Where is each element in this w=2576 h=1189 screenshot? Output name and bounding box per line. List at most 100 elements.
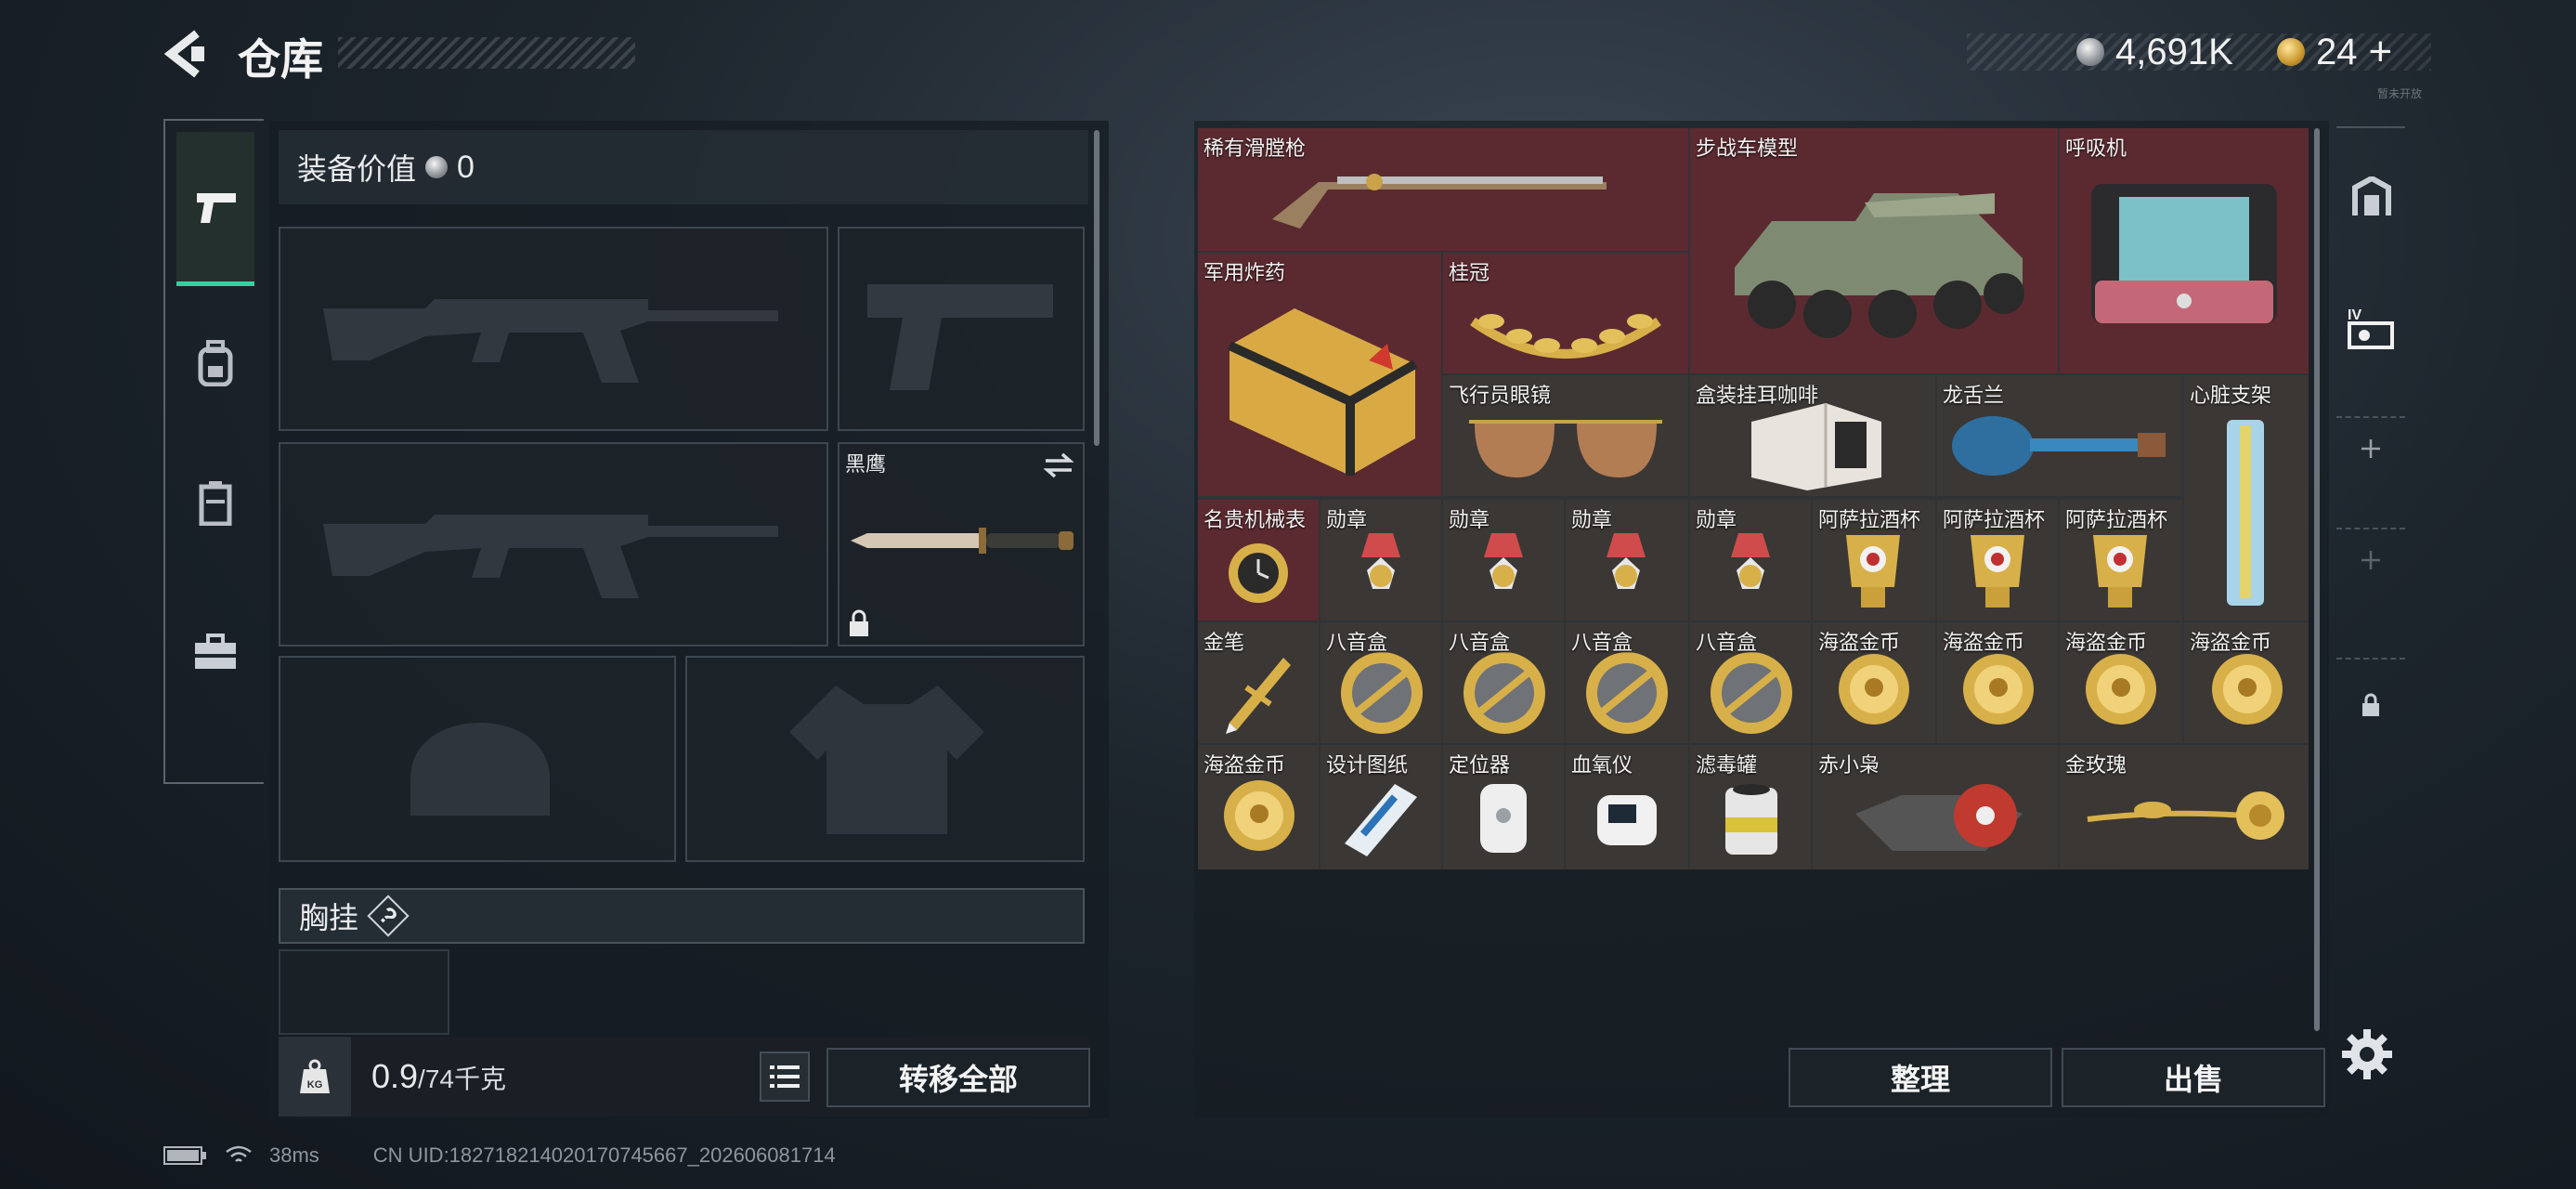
helmet-silhouette-icon bbox=[410, 723, 550, 816]
laurel-crown-icon bbox=[1470, 314, 1661, 359]
weight-readout: 0.9 /74千克 bbox=[371, 1057, 506, 1096]
ventilator-icon bbox=[2091, 184, 2277, 323]
music-box-icon bbox=[1464, 652, 1545, 734]
medal-icon bbox=[1607, 533, 1646, 589]
item-wine-cup-3[interactable]: 阿萨拉酒杯 bbox=[2060, 500, 2182, 621]
knife-icon bbox=[851, 528, 1073, 554]
item-pirate-coin-5[interactable]: 海盗金币 bbox=[1198, 745, 1319, 869]
help-icon[interactable]: ? bbox=[367, 895, 410, 937]
item-flintlock[interactable]: 稀有滑膛枪 bbox=[1198, 128, 1688, 251]
item-laurel[interactable]: 桂冠 bbox=[1443, 253, 1688, 373]
toolbox-tab[interactable] bbox=[176, 604, 254, 697]
pistol-silhouette-icon bbox=[867, 284, 1053, 390]
wine-cup-icon bbox=[1971, 535, 2024, 608]
item-pirate-coin-3[interactable]: 海盗金币 bbox=[2060, 622, 2182, 743]
music-box-icon bbox=[1586, 652, 1668, 734]
safe-box-tab[interactable] bbox=[2336, 156, 2405, 240]
weight-icon: KG bbox=[279, 1037, 351, 1117]
item-ifv-model[interactable]: 步战车模型 bbox=[1690, 128, 2058, 373]
explosive-crate-icon bbox=[1227, 308, 1418, 476]
item-locator[interactable]: 定位器 bbox=[1443, 745, 1564, 869]
helmet-slot[interactable] bbox=[279, 656, 676, 862]
swap-icon[interactable] bbox=[1042, 451, 1075, 479]
item-golden-rose[interactable]: 金玫瑰 bbox=[2060, 745, 2309, 869]
item-aviators[interactable]: 飞行员眼镜 bbox=[1443, 375, 1688, 496]
blueprint-icon bbox=[1345, 784, 1417, 856]
pirate-coin-icon bbox=[1839, 654, 1909, 725]
item-oximeter[interactable]: 血氧仪 bbox=[1566, 745, 1688, 869]
svg-text:IV: IV bbox=[2348, 307, 2361, 323]
item-pirate-coin-2[interactable]: 海盗金币 bbox=[1937, 622, 2058, 743]
status-bar: 38ms CN UID:18271821402017074566​7_20260… bbox=[163, 1139, 836, 1172]
plus-icon bbox=[2361, 551, 2380, 569]
add-tickets-button[interactable]: + bbox=[2369, 29, 2393, 75]
settings-button[interactable] bbox=[2340, 1027, 2394, 1081]
item-wine-cup-2[interactable]: 阿萨拉酒杯 bbox=[1937, 500, 2058, 621]
item-medal-4[interactable]: 勋章 bbox=[1690, 500, 1811, 621]
secondary-weapon-slot[interactable] bbox=[279, 442, 828, 647]
currency-display[interactable]: 4,691K bbox=[2076, 28, 2233, 76]
oximeter-icon bbox=[1597, 795, 1657, 845]
item-heart-stent[interactable]: 心脏支架 bbox=[2184, 375, 2309, 621]
item-music-box-1[interactable]: 八音盒 bbox=[1321, 622, 1441, 743]
bag-tab[interactable] bbox=[176, 455, 254, 548]
pirate-coin-icon bbox=[1224, 780, 1295, 851]
battery-icon bbox=[163, 1146, 206, 1165]
kg-weight-icon: KG bbox=[300, 1059, 330, 1093]
hafu-coin-icon bbox=[2076, 38, 2104, 66]
item-explosives[interactable]: 军用炸药 bbox=[1198, 253, 1441, 496]
backpack-tab[interactable] bbox=[176, 316, 254, 409]
item-blueprint[interactable]: 设计图纸 bbox=[1321, 745, 1441, 869]
title-decoration bbox=[338, 37, 635, 69]
melee-name: 黑鹰 bbox=[845, 452, 887, 476]
item-filter-canister[interactable]: 滤毒罐 bbox=[1690, 745, 1811, 869]
primary-weapon-slot[interactable] bbox=[279, 227, 828, 431]
sell-button[interactable]: 出售 bbox=[2062, 1048, 2325, 1107]
item-luxury-watch[interactable]: 名贵机械表 bbox=[1198, 500, 1319, 621]
loadout-scrollbar[interactable] bbox=[1094, 130, 1099, 446]
pistol-icon bbox=[197, 193, 236, 223]
chest-rig-header[interactable]: 胸挂 ? bbox=[279, 888, 1085, 944]
ticket-display[interactable]: 24 + bbox=[2277, 28, 2392, 76]
item-wine-cup-1[interactable]: 阿萨拉酒杯 bbox=[1813, 500, 1935, 621]
sort-button[interactable]: 整理 bbox=[1789, 1048, 2052, 1107]
item-red-owl[interactable]: 赤小枭 bbox=[1813, 745, 2058, 869]
back-button[interactable] bbox=[163, 28, 208, 80]
item-music-box-4[interactable]: 八音盒 bbox=[1690, 622, 1811, 743]
chest-rig-slot[interactable] bbox=[279, 949, 449, 1035]
right-tab-bar: IV bbox=[2336, 126, 2405, 777]
loadout-value: 0 bbox=[457, 149, 475, 185]
transfer-all-button[interactable]: 转移全部 bbox=[826, 1048, 1090, 1107]
list-view-button[interactable] bbox=[760, 1052, 810, 1102]
aviator-glasses-icon bbox=[1469, 420, 1662, 477]
item-tequila[interactable]: 龙舌兰 bbox=[1937, 375, 2182, 496]
weapon-tab[interactable] bbox=[176, 132, 254, 286]
currency-amount: 4,691K bbox=[2115, 31, 2233, 72]
item-pirate-coin-4[interactable]: 海盗金币 bbox=[2184, 622, 2309, 743]
item-coffee[interactable]: 盒装挂耳咖啡 bbox=[1690, 375, 1935, 496]
armor-slot[interactable] bbox=[685, 656, 1085, 862]
item-medal-1[interactable]: 勋章 bbox=[1321, 500, 1441, 621]
item-medal-3[interactable]: 勋章 bbox=[1566, 500, 1688, 621]
left-tab-bar bbox=[163, 119, 264, 784]
add-slot-1[interactable] bbox=[2336, 416, 2405, 479]
item-ventilator[interactable]: 呼吸机 bbox=[2060, 128, 2309, 373]
melee-slot[interactable]: 黑鹰 bbox=[838, 442, 1085, 647]
lock-icon bbox=[2362, 693, 2379, 716]
container-icon: IV bbox=[2348, 307, 2394, 349]
filter-canister-icon bbox=[1725, 784, 1777, 855]
stash-grid: 稀有滑膛枪 步战车模型 呼吸机 军用炸药 桂冠 飞行员眼镜 盒装挂耳咖啡 龙舌兰… bbox=[1198, 128, 2309, 869]
weight-current: 0.9 bbox=[371, 1057, 419, 1095]
back-arrow-icon bbox=[163, 30, 204, 78]
pistol-slot[interactable] bbox=[838, 227, 1085, 431]
add-slot-2[interactable] bbox=[2336, 528, 2405, 591]
flintlock-rifle-icon bbox=[1272, 174, 1607, 229]
item-music-box-2[interactable]: 八音盒 bbox=[1443, 622, 1564, 743]
safe-box-icon bbox=[2352, 176, 2391, 216]
item-medal-2[interactable]: 勋章 bbox=[1443, 500, 1564, 621]
item-pirate-coin-1[interactable]: 海盗金币 bbox=[1813, 622, 1935, 743]
stash-scrollbar[interactable] bbox=[2314, 128, 2320, 1031]
item-gold-pen[interactable]: 金笔 bbox=[1198, 622, 1319, 743]
container-tab[interactable]: IV bbox=[2336, 286, 2405, 370]
item-music-box-3[interactable]: 八音盒 bbox=[1566, 622, 1688, 743]
